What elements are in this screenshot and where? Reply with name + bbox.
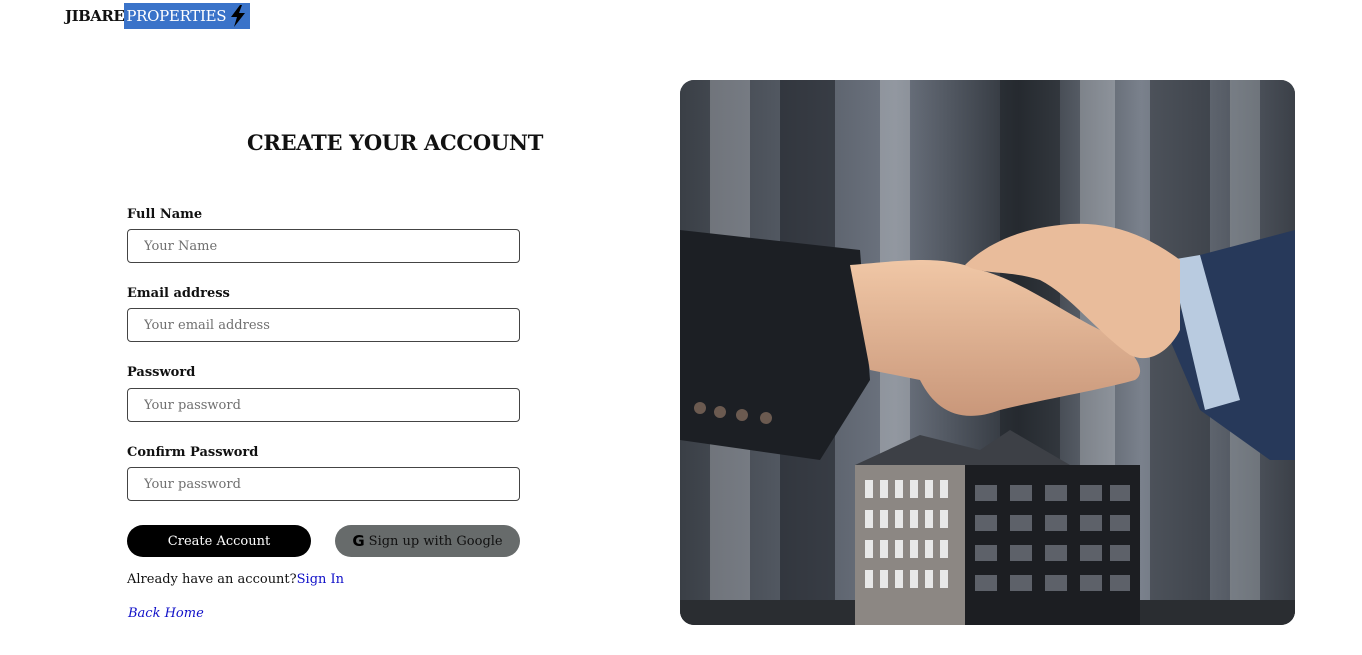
password-label: Password — [127, 365, 196, 380]
full-name-label: Full Name — [127, 207, 203, 222]
google-g-icon: G — [352, 532, 365, 550]
email-label: Email address — [127, 286, 230, 301]
confirm-password-input[interactable] — [127, 467, 520, 501]
create-account-button[interactable]: Create Account — [127, 525, 311, 557]
already-account-row: Already have an account?Sign In — [127, 572, 344, 587]
brand-name-part1: JIBARE — [65, 7, 125, 25]
brand-name-part2-badge: PROPERTIES — [124, 3, 251, 29]
already-account-text: Already have an account? — [127, 572, 297, 587]
confirm-password-label: Confirm Password — [127, 445, 259, 460]
brand-logo[interactable]: JIBARE PROPERTIES — [65, 3, 251, 29]
lightning-bolt-icon — [231, 5, 246, 27]
google-signup-label: Sign up with Google — [368, 533, 503, 549]
email-input[interactable] — [127, 308, 520, 342]
password-input[interactable] — [127, 388, 520, 422]
google-signup-button[interactable]: G Sign up with Google — [335, 525, 520, 557]
brand-name-part2: PROPERTIES — [126, 7, 227, 25]
create-account-label: Create Account — [167, 533, 271, 549]
handshake-building-illustration — [680, 80, 1295, 625]
back-home-link[interactable]: Back Home — [128, 606, 204, 621]
full-name-input[interactable] — [127, 229, 520, 263]
sign-in-link[interactable]: Sign In — [297, 572, 344, 587]
page-title: CREATE YOUR ACCOUNT — [247, 130, 544, 155]
hero-image — [680, 80, 1295, 625]
